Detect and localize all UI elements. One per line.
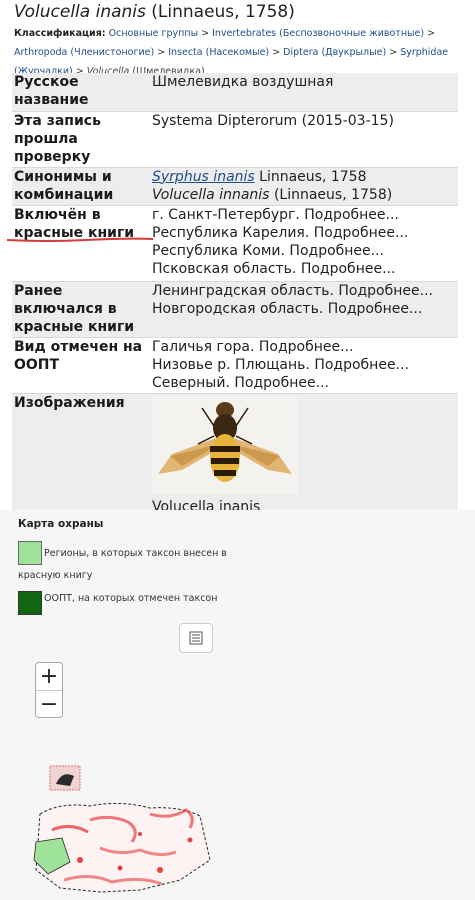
breadcrumb-item[interactable]: Insecta (Насекомые)	[168, 47, 269, 58]
breadcrumb-item[interactable]: Arthropoda (Членистоногие)	[14, 47, 154, 58]
protection-map-section: Карта охраны Регионы, в которых таксон в…	[0, 510, 475, 900]
previous-red-book-link[interactable]: Новгородская область. Подробнее...	[152, 300, 456, 318]
row-label: Ранее включался в красные книги	[12, 281, 150, 337]
row-images: Изображения Volucella inanis	[12, 393, 458, 516]
taxon-info-table: Русское название Шмелевидка воздушная Эт…	[12, 73, 458, 517]
row-value: Volucella inanis	[150, 393, 458, 516]
map-zoom-control: + −	[35, 662, 63, 718]
map-layers-button[interactable]	[179, 623, 213, 653]
row-verified: Эта запись прошла проверку Systema Dipte…	[12, 111, 458, 167]
row-value: Галичья гора. Подробнее... Низовье р. Пл…	[150, 337, 458, 393]
row-label: Синонимы и комбинации	[12, 167, 150, 205]
row-value: Systema Dipterorum (2015-03-15)	[152, 112, 394, 129]
row-label: Русское название	[12, 73, 150, 111]
oopt-link[interactable]: Низовье р. Плющань. Подробнее...	[152, 356, 456, 374]
red-book-link[interactable]: г. Санкт-Петербург. Подробнее...	[152, 206, 456, 224]
oopt-link[interactable]: Северный. Подробнее...	[152, 374, 456, 392]
breadcrumb-item[interactable]: Основные группы	[109, 28, 198, 39]
row-value: Ленинградская область. Подробнее... Новг…	[150, 281, 458, 337]
zoom-out-button[interactable]: −	[36, 691, 62, 718]
specimen-photo[interactable]	[152, 395, 298, 494]
russia-map[interactable]	[0, 750, 230, 900]
row-russian-name: Русское название Шмелевидка воздушная	[12, 73, 458, 111]
legend-regions-label: Регионы, в которых таксон внесен в красн…	[18, 548, 227, 581]
row-synonyms: Синонимы и комбинации Syrphus inanis Lin…	[12, 167, 458, 205]
breadcrumb-item[interactable]: Invertebrates (Беспозвоночные животные)	[212, 28, 424, 39]
row-previous-red-books: Ранее включался в красные книги Ленингра…	[12, 281, 458, 337]
row-value: Syrphus inanis Linnaeus, 1758 Volucella …	[150, 167, 458, 205]
previous-red-book-link[interactable]: Ленинградская область. Подробнее...	[152, 282, 456, 300]
red-book-link[interactable]: Псковская область. Подробнее...	[152, 260, 456, 278]
row-label: Изображения	[12, 393, 150, 516]
layers-list-icon	[189, 631, 203, 645]
red-book-link[interactable]: Республика Карелия. Подробнее...	[152, 224, 456, 242]
row-oopt: Вид отмечен на ООПТ Галичья гора. Подроб…	[12, 337, 458, 393]
row-value: г. Санкт-Петербург. Подробнее... Республ…	[150, 205, 458, 281]
synonym-link[interactable]: Syrphus inanis	[152, 169, 255, 185]
red-book-link[interactable]: Республика Коми. Подробнее...	[152, 242, 456, 260]
page-title: Volucella inanis (Linnaeus, 1758)	[14, 2, 295, 22]
row-label: Эта запись прошла проверку	[14, 112, 101, 165]
red-underline-annotation	[6, 237, 154, 242]
legend-oopt-label: ООПТ, на которых отмечен таксон	[44, 593, 218, 604]
map-title: Карта охраны	[18, 518, 104, 530]
legend-oopt-swatch	[18, 591, 42, 615]
oopt-link[interactable]: Галичья гора. Подробнее...	[152, 338, 456, 356]
row-value: Шмелевидка воздушная	[150, 73, 458, 111]
breadcrumb-item[interactable]: Diptera (Двукрылые)	[283, 47, 386, 58]
row-label: Вид отмечен на ООПТ	[14, 338, 143, 373]
zoom-in-button[interactable]: +	[36, 663, 62, 691]
